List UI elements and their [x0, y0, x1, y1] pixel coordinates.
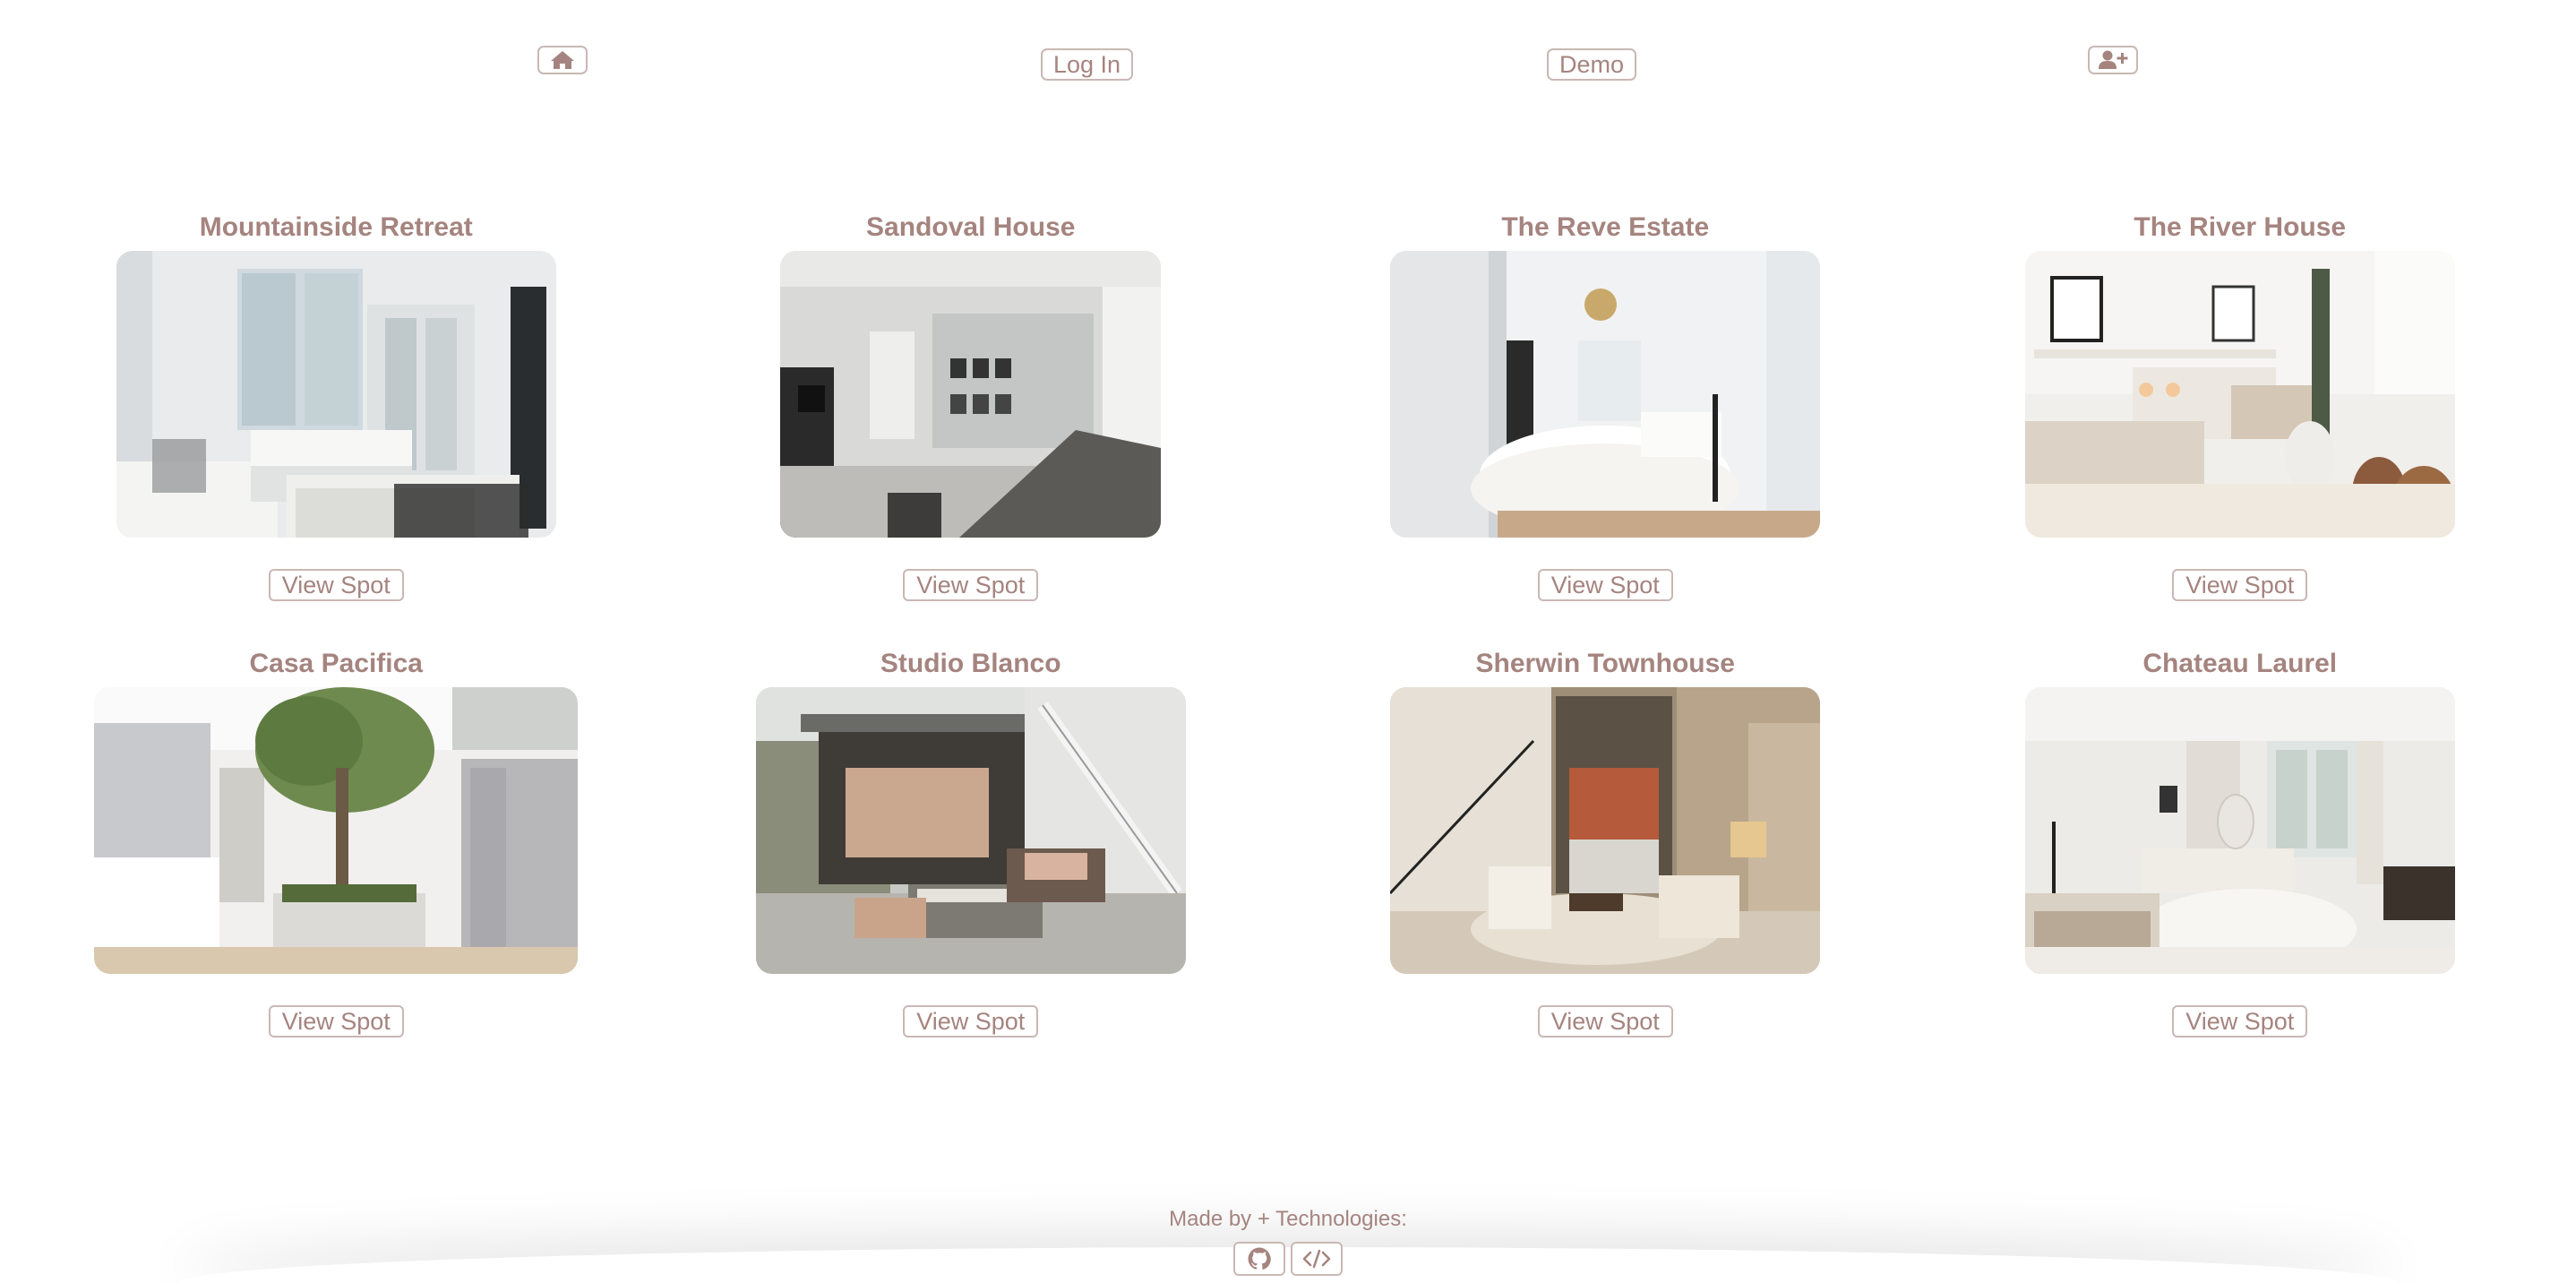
- view-spot-button[interactable]: View Spot: [1537, 1005, 1673, 1038]
- spot-photo[interactable]: [116, 251, 556, 538]
- home-button[interactable]: [537, 46, 588, 74]
- demo-button[interactable]: Demo: [1547, 48, 1637, 81]
- code-icon: [1302, 1249, 1331, 1269]
- footer-links: [0, 1242, 2576, 1276]
- view-spot-button[interactable]: View Spot: [268, 569, 404, 601]
- login-button[interactable]: Log In: [1041, 48, 1134, 81]
- spot-photo[interactable]: [94, 687, 579, 974]
- github-icon: [1248, 1247, 1271, 1270]
- spot-photo[interactable]: [2024, 687, 2455, 974]
- spot-card: Casa Pacifica View Spot: [19, 642, 654, 1079]
- view-spot-button[interactable]: View Spot: [903, 1005, 1039, 1038]
- spot-photo[interactable]: [2024, 251, 2455, 538]
- view-spot-button[interactable]: View Spot: [1537, 569, 1673, 601]
- spot-card: The River House View Spot: [1923, 206, 2558, 642]
- spot-photo[interactable]: [1390, 687, 1821, 974]
- spot-card: Chateau Laurel View Spot: [1923, 642, 2558, 1079]
- view-spot-button[interactable]: View Spot: [2172, 569, 2308, 601]
- spot-title: Chateau Laurel: [2142, 649, 2338, 678]
- spot-title: Mountainside Retreat: [199, 212, 473, 242]
- spot-card: The Reve Estate View Spot: [1288, 206, 1923, 642]
- spot-card: Studio Blanco View Spot: [654, 642, 1289, 1079]
- spot-title: Studio Blanco: [880, 649, 1061, 678]
- home-icon: [551, 51, 574, 69]
- github-button[interactable]: [1233, 1242, 1285, 1276]
- user-plus-icon: [2099, 50, 2128, 69]
- spot-title: The Reve Estate: [1501, 212, 1710, 242]
- signup-button[interactable]: [2088, 46, 2138, 74]
- spot-card: Sandoval House View Spot: [654, 206, 1289, 642]
- code-button[interactable]: [1291, 1242, 1343, 1276]
- spot-card: Sherwin Townhouse View Spot: [1288, 642, 1923, 1079]
- spot-photo[interactable]: [1390, 251, 1821, 538]
- spot-card: Mountainside Retreat View Spot: [19, 206, 654, 642]
- spot-title: Sherwin Townhouse: [1475, 649, 1735, 678]
- view-spot-button[interactable]: View Spot: [2172, 1005, 2308, 1038]
- spot-photo[interactable]: [780, 251, 1162, 538]
- view-spot-button[interactable]: View Spot: [903, 569, 1039, 601]
- spot-title: Sandoval House: [866, 212, 1076, 242]
- spots-grid: Mountainside Retreat View Spot Sandoval …: [0, 206, 2576, 1079]
- view-spot-button[interactable]: View Spot: [268, 1005, 404, 1038]
- footer-credit: Made by + Technologies:: [1169, 1207, 1407, 1231]
- spot-title: The River House: [2134, 212, 2347, 242]
- spot-photo[interactable]: [755, 687, 1186, 974]
- spot-title: Casa Pacifica: [249, 649, 423, 678]
